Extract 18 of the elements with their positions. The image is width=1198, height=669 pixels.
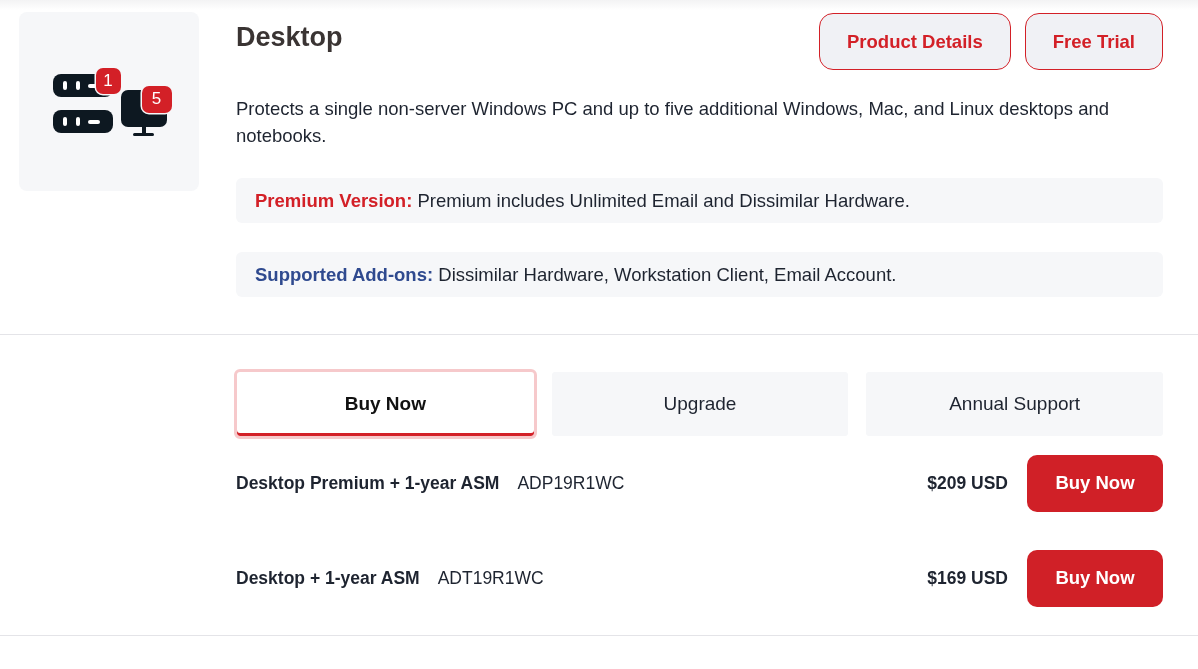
offer-name: Desktop Premium + 1-year ASM bbox=[236, 472, 500, 494]
outline-button[interactable]: Product Details bbox=[819, 13, 1011, 70]
info-note: Supported Add-ons: Dissimilar Hardware, Workstation Client, Email Account. bbox=[236, 252, 1163, 297]
buy-now-button[interactable]: Buy Now bbox=[1027, 549, 1163, 607]
product-title: Desktop bbox=[236, 21, 343, 53]
count-badge: 1 bbox=[95, 67, 121, 94]
offer-price: $169 USD bbox=[927, 567, 1008, 589]
tab[interactable]: Buy Now bbox=[234, 369, 537, 439]
offer-sku: ADT19R1WC bbox=[437, 567, 544, 589]
buy-now-button[interactable]: Buy Now bbox=[1027, 454, 1163, 512]
outline-button[interactable]: Free Trial bbox=[1024, 13, 1163, 70]
info-note: Premium Version: Premium includes Unlimited Email and Dissimilar Hardware. bbox=[236, 178, 1163, 223]
offer-price: $209 USD bbox=[927, 472, 1008, 494]
offer-sku: ADP19R1WC bbox=[517, 472, 625, 494]
tab[interactable]: Annual Support bbox=[863, 369, 1166, 439]
product-description: Protects a single non-server Windows PC and up to five additional Windows, Mac, and Linux desktops and notebooks. bbox=[236, 97, 1111, 148]
offer-name: Desktop + 1-year ASM bbox=[236, 567, 420, 589]
count-badge: 5 bbox=[141, 85, 172, 113]
